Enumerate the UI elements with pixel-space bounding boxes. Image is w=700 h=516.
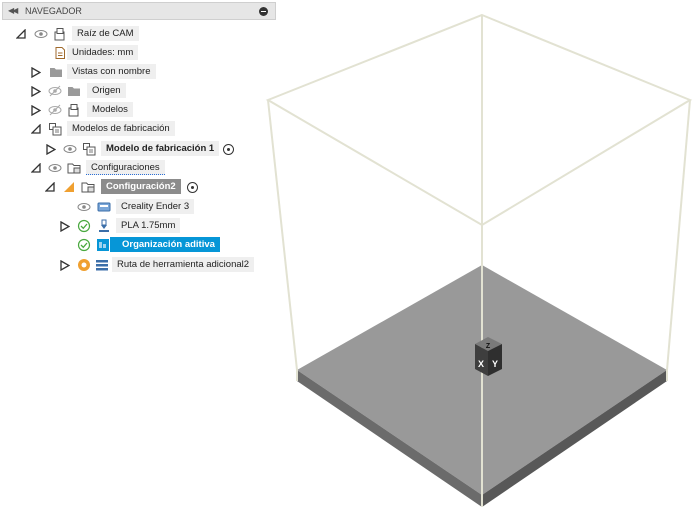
viewcube-top-label: Z bbox=[486, 343, 491, 350]
browser-row-additive-toolpath[interactable]: Ruta de herramienta adicional2 bbox=[0, 257, 282, 273]
expand-triangle-icon[interactable] bbox=[31, 105, 41, 116]
viewcube-right-label: Y bbox=[492, 359, 498, 369]
browser-item-label: Ruta de herramienta adicional2 bbox=[112, 257, 255, 272]
browser-row-print-setting[interactable]: PLA 1.75mm bbox=[0, 218, 282, 234]
component-icon bbox=[67, 103, 81, 117]
browser-item-label: Modelos bbox=[87, 102, 133, 117]
expand-triangle-icon[interactable] bbox=[31, 86, 41, 97]
pin-icon[interactable] bbox=[259, 7, 268, 16]
collapse-triangle-icon[interactable] bbox=[31, 163, 41, 174]
browser-row-setups[interactable]: Configuraciones bbox=[0, 160, 282, 176]
eye-hidden-icon[interactable] bbox=[48, 103, 62, 117]
toolpath-icon bbox=[95, 258, 109, 272]
eye-icon[interactable] bbox=[77, 200, 91, 214]
viewcube-left-label: X bbox=[478, 359, 484, 369]
printer-icon bbox=[97, 200, 111, 214]
check-circle-icon bbox=[77, 219, 91, 233]
collapse-triangle-icon[interactable] bbox=[45, 182, 55, 193]
browser-row-origin[interactable]: Origen bbox=[0, 83, 282, 99]
document-icon bbox=[53, 46, 67, 60]
browser-row-manufacturing-models[interactable]: Modelos de fabricación bbox=[0, 121, 282, 137]
browser-row-models[interactable]: Modelos bbox=[0, 102, 282, 118]
browser-item-label: Configuración2 bbox=[101, 179, 181, 194]
eye-icon[interactable] bbox=[34, 27, 48, 41]
browser-item-label: Modelo de fabricación 1 bbox=[101, 141, 220, 156]
expand-triangle-icon[interactable] bbox=[60, 260, 70, 271]
browser-item-label: Vistas con nombre bbox=[67, 64, 156, 79]
browser-row-cam-root[interactable]: Raíz de CAM bbox=[0, 26, 282, 42]
browser-row-units[interactable]: Unidades: mm bbox=[0, 45, 282, 61]
eye-icon[interactable] bbox=[63, 142, 77, 156]
viewcube[interactable]: Z X Y bbox=[475, 337, 502, 376]
collapse-triangle-icon[interactable] bbox=[16, 29, 26, 40]
browser-item-label: Organización aditiva bbox=[110, 237, 220, 252]
browser-item-label: Creality Ender 3 bbox=[116, 199, 195, 214]
manufacturing-model-icon bbox=[82, 142, 96, 156]
browser-row-setup2[interactable]: Configuración2 bbox=[0, 179, 282, 195]
generate-status-icon bbox=[77, 258, 91, 272]
warning-triangle-icon bbox=[62, 180, 76, 194]
activate-radio-icon[interactable] bbox=[223, 144, 234, 155]
eye-icon[interactable] bbox=[48, 161, 62, 175]
print-setting-icon bbox=[97, 219, 111, 233]
component-icon bbox=[53, 27, 67, 41]
browser-panel: ◀◀ NAVEGADOR Raíz de CAM Unidades: mm Vi… bbox=[0, 0, 282, 290]
setup-folder-icon bbox=[67, 161, 81, 175]
expand-triangle-icon[interactable] bbox=[31, 67, 41, 78]
browser-item-label: Origen bbox=[87, 83, 126, 98]
browser-row-manufacturing-model-1[interactable]: Modelo de fabricación 1 bbox=[0, 141, 282, 157]
collapse-icon[interactable]: ◀◀ bbox=[8, 6, 18, 15]
check-circle-icon bbox=[77, 238, 91, 252]
expand-triangle-icon[interactable] bbox=[60, 221, 70, 232]
folder-icon bbox=[67, 84, 81, 98]
eye-hidden-icon[interactable] bbox=[48, 84, 62, 98]
manufacturing-model-icon bbox=[48, 122, 62, 136]
browser-item-label: Configuraciones bbox=[86, 160, 165, 175]
browser-title: NAVEGADOR bbox=[25, 6, 82, 16]
collapse-triangle-icon[interactable] bbox=[31, 124, 41, 135]
browser-header: ◀◀ NAVEGADOR bbox=[2, 2, 276, 20]
browser-row-additive-arrange[interactable]: Organización aditiva bbox=[0, 237, 282, 253]
browser-item-label: Unidades: mm bbox=[67, 45, 139, 60]
expand-triangle-icon[interactable] bbox=[46, 144, 56, 155]
browser-item-label: Raíz de CAM bbox=[72, 26, 139, 41]
browser-item-label: Modelos de fabricación bbox=[67, 121, 175, 136]
setup-icon bbox=[81, 180, 95, 194]
folder-icon bbox=[49, 65, 63, 79]
browser-item-label: PLA 1.75mm bbox=[116, 218, 181, 233]
browser-row-named-views[interactable]: Vistas con nombre bbox=[0, 64, 282, 80]
activate-radio-icon[interactable] bbox=[187, 182, 198, 193]
arrange-icon bbox=[96, 238, 110, 252]
browser-row-machine[interactable]: Creality Ender 3 bbox=[0, 199, 282, 215]
